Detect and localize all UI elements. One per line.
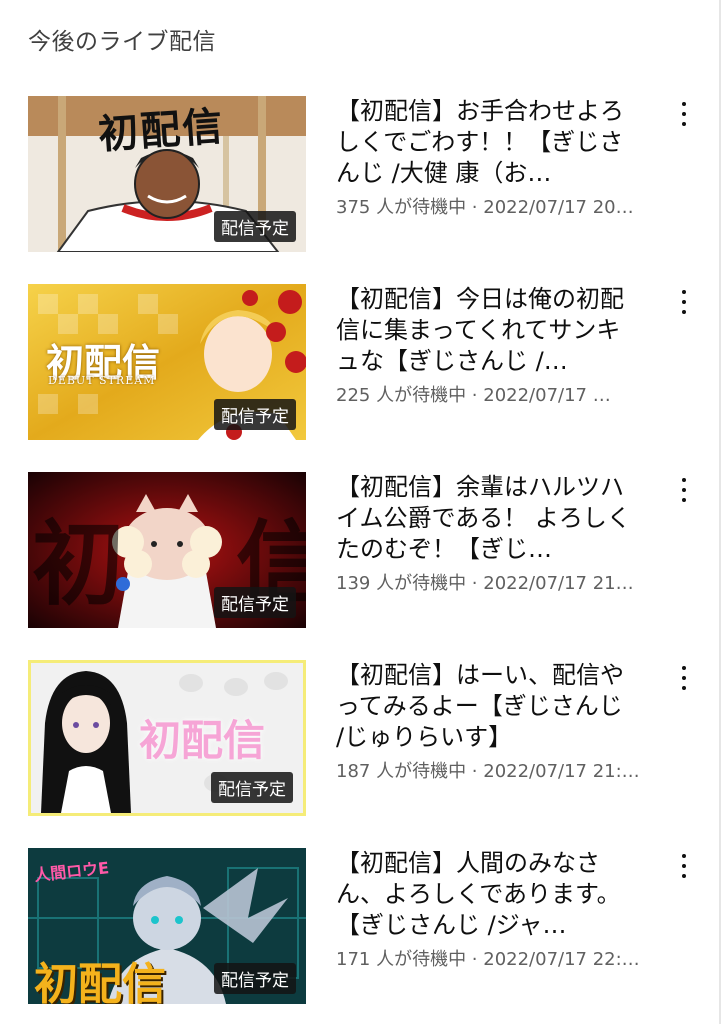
scheduled-badge: 配信予定 — [214, 211, 296, 242]
video-thumbnail[interactable]: 初 信 配信予定 — [28, 472, 306, 628]
video-thumbnail[interactable]: 人間ロウE 初配信 配信予定 — [28, 848, 306, 1004]
video-title[interactable]: 【初配信】人間のみなさん、よろしくであります。【ぎじさんじ /ジャ… — [336, 848, 632, 941]
more-options-icon[interactable] — [674, 476, 694, 504]
video-thumbnail[interactable]: 初配信 配信予定 — [28, 96, 306, 252]
video-thumbnail[interactable]: 初配信 DEBUT STREAM 配信予定 — [28, 284, 306, 440]
scheduled-badge: 配信予定 — [211, 772, 293, 803]
video-title[interactable]: 【初配信】お手合わせよろしくでごわす！！【ぎじさんじ /大健 康（お… — [336, 96, 632, 189]
more-options-icon[interactable] — [674, 664, 694, 692]
more-options-icon[interactable] — [674, 288, 694, 316]
video-meta: 187 人が待機中 · 2022/07/17 21:… — [336, 761, 640, 782]
more-options-icon[interactable] — [674, 852, 694, 880]
section-title: 今後のライブ配信 — [28, 29, 216, 55]
video-item[interactable]: 初配信 配信予定 【初配信】お手合わせよろしくでごわす！！【ぎじさんじ /大健 … — [28, 96, 708, 256]
video-thumbnail[interactable]: 初配信 配信予定 — [28, 660, 306, 816]
video-meta: 225 人が待機中 · 2022/07/17 … — [336, 385, 611, 406]
scheduled-badge: 配信予定 — [214, 963, 296, 994]
video-meta: 139 人が待機中 · 2022/07/17 21… — [336, 573, 634, 594]
video-item[interactable]: 初 信 配信予定 【初配信】余輩はハルツハイム公爵である！ よろしくたのむぞ！【… — [28, 472, 708, 632]
video-item[interactable]: 初配信 配信予定 【初配信】はーい、配信やってみるよー【ぎじさんじ /じゅりらい… — [28, 660, 708, 820]
thumbnail-title-text: 初配信 — [96, 102, 226, 159]
scheduled-badge: 配信予定 — [214, 399, 296, 430]
upcoming-live-list: 今後のライブ配信 初配信 配信予定 【初配信】お手合わせよろしくでごわす！！【ぎ… — [0, 0, 721, 1024]
more-options-icon[interactable] — [674, 100, 694, 128]
scheduled-badge: 配信予定 — [214, 587, 296, 618]
thumbnail-subtitle-text: DEBUT STREAM — [48, 374, 156, 387]
video-title[interactable]: 【初配信】今日は俺の初配信に集まってくれてサンキュな【ぎじさんじ /… — [336, 284, 632, 377]
video-item[interactable]: 初配信 DEBUT STREAM 配信予定 【初配信】今日は俺の初配信に集まって… — [28, 284, 708, 444]
video-meta: 171 人が待機中 · 2022/07/17 22:… — [336, 949, 640, 970]
video-title[interactable]: 【初配信】はーい、配信やってみるよー【ぎじさんじ /じゅりらいす】 — [336, 660, 632, 753]
thumbnail-title-text: 初配信 — [139, 716, 266, 765]
video-title[interactable]: 【初配信】余輩はハルツハイム公爵である！ よろしくたのむぞ！【ぎじ… — [336, 472, 632, 565]
video-item[interactable]: 人間ロウE 初配信 配信予定 【初配信】人間のみなさん、よろしくであります。【ぎ… — [28, 848, 708, 1008]
video-meta: 375 人が待機中 · 2022/07/17 20… — [336, 197, 634, 218]
thumbnail-title-text: 初配信 — [34, 959, 166, 1004]
